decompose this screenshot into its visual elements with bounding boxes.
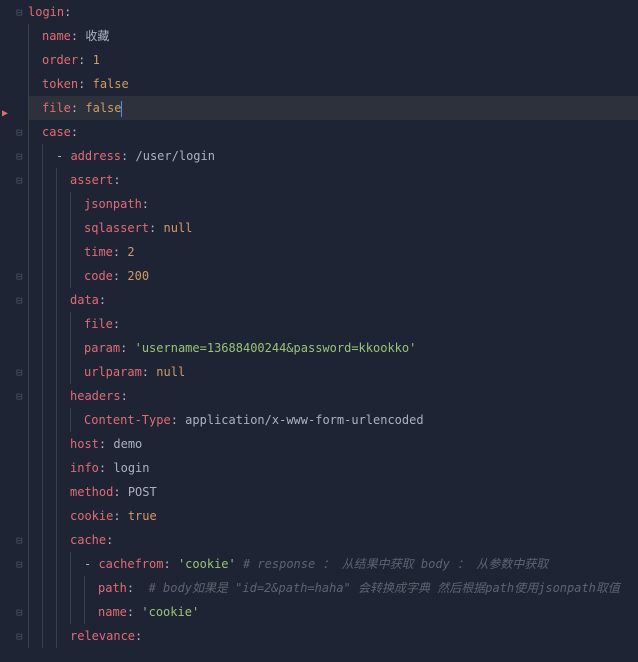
code-line[interactable]: file: false bbox=[28, 96, 638, 120]
code-line[interactable]: file: bbox=[28, 312, 638, 336]
fold-icon[interactable]: ⊟ bbox=[16, 121, 23, 145]
code-line[interactable]: time: 2 bbox=[28, 240, 638, 264]
code-line[interactable]: case: bbox=[28, 120, 638, 144]
fold-icon[interactable]: ⊟ bbox=[16, 625, 23, 649]
fold-icon[interactable]: ⊟ bbox=[16, 265, 23, 289]
code-line[interactable]: - address: /user/login bbox=[28, 144, 638, 168]
code-line[interactable]: host: demo bbox=[28, 432, 638, 456]
code-line[interactable]: name: 收藏 bbox=[28, 24, 638, 48]
code-line[interactable]: token: false bbox=[28, 72, 638, 96]
code-line[interactable]: relevance: bbox=[28, 624, 638, 648]
editor-gutter: ▶⊟⊟⊟⊟⊟⊟⊟⊟⊟⊟⊟⊟ bbox=[0, 0, 28, 662]
fold-icon[interactable]: ⊟ bbox=[16, 289, 23, 313]
code-line[interactable]: assert: bbox=[28, 168, 638, 192]
code-line[interactable]: urlparam: null bbox=[28, 360, 638, 384]
code-line[interactable]: method: POST bbox=[28, 480, 638, 504]
code-line[interactable]: order: 1 bbox=[28, 48, 638, 72]
breakpoint-icon[interactable]: ▶ bbox=[2, 102, 8, 126]
fold-icon[interactable]: ⊟ bbox=[16, 553, 23, 577]
code-line[interactable]: code: 200 bbox=[28, 264, 638, 288]
code-line[interactable]: data: bbox=[28, 288, 638, 312]
fold-icon[interactable]: ⊟ bbox=[16, 1, 23, 25]
text-cursor bbox=[121, 101, 122, 117]
code-line[interactable]: cache: bbox=[28, 528, 638, 552]
code-line[interactable]: sqlassert: null bbox=[28, 216, 638, 240]
code-line[interactable]: param: 'username=13688400244&password=kk… bbox=[28, 336, 638, 360]
code-line[interactable]: - cachefrom: 'cookie' # response ： 从结果中获… bbox=[28, 552, 638, 576]
code-line[interactable]: cookie: true bbox=[28, 504, 638, 528]
fold-icon[interactable]: ⊟ bbox=[16, 385, 23, 409]
fold-icon[interactable]: ⊟ bbox=[16, 601, 23, 625]
code-line[interactable]: jsonpath: bbox=[28, 192, 638, 216]
code-line[interactable]: Content-Type: application/x-www-form-url… bbox=[28, 408, 638, 432]
code-line[interactable]: info: login bbox=[28, 456, 638, 480]
fold-icon[interactable]: ⊟ bbox=[16, 169, 23, 193]
fold-icon[interactable]: ⊟ bbox=[16, 361, 23, 385]
code-line[interactable]: path: # body如果是 "id=2&path=haha" 会转换成字典 … bbox=[28, 576, 638, 600]
code-area[interactable]: login:name: 收藏order: 1token: falsefile: … bbox=[28, 0, 638, 648]
code-line[interactable]: headers: bbox=[28, 384, 638, 408]
code-line[interactable]: login: bbox=[28, 0, 638, 24]
code-line[interactable]: name: 'cookie' bbox=[28, 600, 638, 624]
fold-icon[interactable]: ⊟ bbox=[16, 145, 23, 169]
fold-icon[interactable]: ⊟ bbox=[16, 529, 23, 553]
